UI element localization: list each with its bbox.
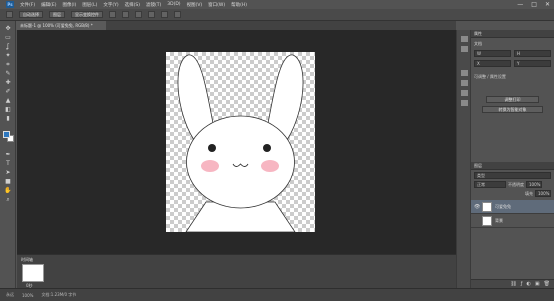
fx-icon[interactable]: ƒ (521, 281, 523, 287)
bunny-illustration (177, 54, 304, 232)
shape-tool-icon[interactable]: ■ (4, 178, 12, 185)
menu-layer[interactable]: 图层(L) (82, 2, 97, 8)
menu-image[interactable]: 图像(I) (62, 2, 76, 8)
align-bottom-icon[interactable] (174, 11, 181, 18)
layer-row[interactable]: 背景 (471, 214, 554, 228)
bunny-left-eye (208, 144, 216, 152)
convert-smart-object-button[interactable]: 转换为智能对象 (482, 106, 543, 113)
layer-thumbnail (482, 215, 492, 226)
properties-panel: 属性 文档 W H X Y 可调整 / 属性设置 调整打印 转换为智能对象 (471, 30, 554, 160)
menu-bar: Ps 文件(F) 编辑(E) 图像(I) 图层(L) 文字(Y) 选择(S) 滤… (0, 0, 554, 9)
bunny-left-cheek (201, 160, 219, 172)
align-left-icon[interactable] (109, 11, 116, 18)
fill-field[interactable]: 100% (535, 190, 551, 197)
opacity-label: 不透明度 (508, 181, 524, 187)
crop-tool-icon[interactable]: ⌗ (4, 61, 12, 68)
paragraph-icon[interactable] (461, 80, 468, 86)
menu-help[interactable]: 帮助(H) (231, 2, 247, 8)
actions-icon[interactable] (461, 46, 468, 52)
maximize-button[interactable]: □ (531, 1, 537, 8)
minimize-button[interactable]: — (517, 1, 523, 8)
bunny-right-cheek (261, 160, 279, 172)
layer-row[interactable]: 👁 可爱兔兔 (471, 200, 554, 214)
auto-select-checkbox[interactable]: 自动选择 (19, 11, 43, 18)
x-field[interactable]: X (474, 60, 511, 67)
lasso-tool-icon[interactable]: ʆ (4, 43, 12, 50)
path-select-icon[interactable]: ➤ (4, 169, 12, 176)
delete-layer-icon[interactable]: 🗑 (544, 281, 550, 287)
align-center-icon[interactable] (122, 11, 129, 18)
brush-tool-icon[interactable]: ✐ (4, 88, 12, 95)
document-tab[interactable]: 未标题-1 @ 100% (可爱兔兔, RGB/8) * (16, 21, 106, 30)
properties-doc-title: 文档 (474, 41, 482, 46)
menu-select[interactable]: 选择(S) (125, 2, 140, 8)
timeline-frame-thumbnail[interactable] (22, 264, 44, 282)
transform-controls-checkbox[interactable]: 显示变换控件 (71, 11, 103, 18)
move-tool-icon[interactable]: ✥ (4, 25, 12, 32)
foreground-color-swatch[interactable] (3, 131, 10, 138)
link-layers-icon[interactable]: ⛓ (510, 281, 516, 287)
menu-type[interactable]: 文字(Y) (103, 2, 118, 8)
character-icon[interactable] (461, 70, 468, 76)
mask-icon[interactable]: ◐ (527, 281, 531, 287)
history-icon[interactable] (461, 36, 468, 42)
layers-header[interactable]: 图层 (471, 162, 554, 170)
doc-info: 文档:1.23M/0 字节 (41, 292, 77, 297)
bunny-right-eye (263, 144, 271, 152)
menu-filter[interactable]: 滤镜(T) (146, 2, 161, 8)
layer-kind-filter[interactable]: 类型 (474, 172, 551, 179)
eye-icon[interactable]: 👁 (474, 204, 480, 210)
text-tool-icon[interactable]: T (4, 160, 12, 167)
y-field[interactable]: Y (514, 60, 551, 67)
close-button[interactable]: ✕ (545, 1, 550, 8)
menu-3d[interactable]: 3D(D) (167, 2, 180, 7)
gradient-tool-icon[interactable]: ▮ (4, 115, 12, 122)
pen-tool-icon[interactable]: ✒ (4, 151, 12, 158)
status-bar: 永远 100% 文档:1.23M/0 字节 (0, 288, 554, 301)
layer-name[interactable]: 背景 (495, 218, 503, 224)
adjust-print-button[interactable]: 调整打印 (486, 96, 539, 103)
align-top-icon[interactable] (148, 11, 155, 18)
stamp-tool-icon[interactable]: ▲ (4, 97, 12, 104)
bunny-head (186, 115, 295, 209)
align-right-icon[interactable] (135, 11, 142, 18)
swatches-icon[interactable] (461, 100, 468, 106)
zoom-tool-icon[interactable]: ⌕ (4, 196, 12, 203)
fill-label: 填充 (525, 190, 533, 196)
artboard[interactable] (166, 52, 315, 232)
timeline-label: 时间轴 (21, 257, 33, 262)
blend-mode-select[interactable]: 正常 (474, 181, 506, 188)
eraser-tool-icon[interactable]: ◧ (4, 106, 12, 113)
brush-settings-icon[interactable] (461, 90, 468, 96)
options-bar: 自动选择 图层 显示变换控件 (0, 9, 554, 21)
eyedropper-icon[interactable]: ✎ (4, 70, 12, 77)
properties-adjust-label: 可调整 / 属性设置 (474, 74, 506, 79)
app-logo: Ps (6, 1, 14, 8)
menu-window[interactable]: 窗口(W) (208, 2, 225, 8)
width-field[interactable]: W (474, 50, 511, 57)
window-controls: — □ ✕ (517, 1, 550, 8)
layers-panel: 图层 类型 正常 不透明度 100% 填充 100% 👁 可爱兔兔 背景 ⛓ ƒ… (471, 162, 554, 288)
timeline-panel: 时间轴 (17, 254, 456, 288)
menu-edit[interactable]: 编辑(E) (41, 2, 56, 8)
magic-wand-icon[interactable]: ✦ (4, 52, 12, 59)
layer-thumbnail (482, 201, 492, 212)
zoom-level: 100% (22, 292, 34, 298)
menu-file[interactable]: 文件(F) (20, 2, 35, 8)
loop-select[interactable]: 永远 (6, 292, 14, 298)
layer-name[interactable]: 可爱兔兔 (495, 204, 511, 210)
align-middle-icon[interactable] (161, 11, 168, 18)
marquee-tool-icon[interactable]: ▭ (4, 34, 12, 41)
tools-panel: ✥ ▭ ʆ ✦ ⌗ ✎ ✚ ✐ ▲ ◧ ▮ ✒ T ➤ ■ ✋ ⌕ (0, 21, 16, 288)
height-field[interactable]: H (514, 50, 551, 57)
healing-brush-icon[interactable]: ✚ (4, 79, 12, 86)
target-select[interactable]: 图层 (49, 11, 65, 18)
panel-icon-strip (456, 30, 471, 288)
hand-tool-icon[interactable]: ✋ (4, 187, 12, 194)
opacity-field[interactable]: 100% (526, 181, 542, 188)
menu-view[interactable]: 视图(V) (187, 2, 203, 8)
properties-header[interactable]: 属性 (471, 30, 554, 38)
new-layer-icon[interactable]: ▣ (535, 281, 540, 287)
move-tool-icon[interactable] (6, 11, 13, 18)
